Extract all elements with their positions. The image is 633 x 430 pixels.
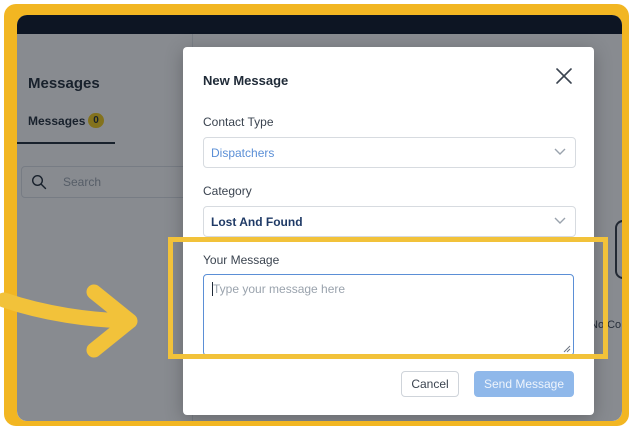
- modal-title: New Message: [203, 73, 289, 88]
- cancel-button[interactable]: Cancel: [401, 371, 459, 397]
- top-bar: [17, 15, 622, 34]
- new-message-modal: New Message Contact Type Dispatchers Cat…: [183, 47, 594, 415]
- category-select[interactable]: Lost And Found: [203, 206, 576, 237]
- category-label: Category: [203, 184, 252, 198]
- message-textarea[interactable]: Type your message here: [203, 274, 574, 356]
- app-body: Messages Messages 0 Search No Co New Mes…: [17, 34, 622, 421]
- send-message-button[interactable]: Send Message: [474, 371, 574, 397]
- message-label: Your Message: [203, 253, 280, 267]
- contact-type-value: Dispatchers: [211, 146, 275, 160]
- category-value: Lost And Found: [211, 215, 303, 229]
- app-screen: Messages Messages 0 Search No Co New Mes…: [17, 15, 622, 421]
- close-icon[interactable]: [555, 67, 573, 85]
- resize-handle-icon[interactable]: [563, 345, 571, 353]
- contact-type-label: Contact Type: [203, 115, 274, 129]
- chevron-down-icon: [554, 148, 566, 155]
- message-placeholder: Type your message here: [213, 282, 346, 296]
- contact-type-select[interactable]: Dispatchers: [203, 137, 576, 168]
- chevron-down-icon: [554, 217, 566, 224]
